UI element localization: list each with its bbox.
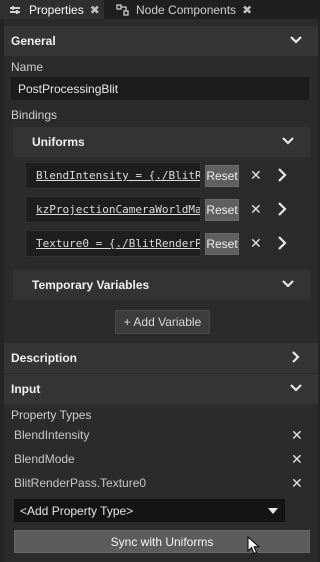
chevron-down-icon[interactable]	[288, 380, 304, 396]
tab-bar: Properties ✖ Node Components ✖	[0, 0, 320, 19]
property-type-item: BlitRenderPass.Texture0	[14, 476, 147, 490]
property-types-label: Property Types	[11, 408, 92, 422]
section-title: General	[11, 34, 56, 48]
chevron-down-icon[interactable]	[280, 276, 296, 292]
reset-button[interactable]: Reset	[205, 233, 239, 255]
close-icon[interactable]: ✖	[242, 3, 252, 17]
property-type-item: BlendMode	[14, 452, 75, 466]
remove-icon[interactable]: ✕	[291, 451, 303, 468]
uniform-binding-row[interactable]: kzProjectionCameraWorldMatrix	[25, 196, 201, 223]
add-variable-button[interactable]: + Add Variable	[115, 310, 210, 334]
uniforms-header[interactable]: Uniforms	[13, 127, 310, 157]
node-components-icon	[116, 3, 130, 16]
dropdown-value: <Add Property Type>	[20, 504, 134, 518]
remove-icon[interactable]: ✕	[291, 475, 303, 492]
name-label: Name	[11, 60, 44, 74]
tab-properties[interactable]: Properties ✖	[0, 0, 104, 19]
section-description-header[interactable]: Description	[4, 343, 318, 373]
name-field[interactable]: PostProcessingBlit	[11, 77, 309, 100]
chevron-right-icon[interactable]	[276, 202, 288, 216]
section-general-header[interactable]: General	[4, 26, 318, 56]
chevron-right-icon[interactable]	[288, 349, 304, 365]
properties-icon	[10, 5, 20, 15]
tab-node-components[interactable]: Node Components ✖	[110, 0, 260, 19]
tab-properties-label: Properties	[29, 2, 84, 17]
uniform-binding-text: kzProjectionCameraWorldMatrix	[36, 203, 201, 216]
uniform-binding-text: Texture0 = {./BlitRenderPass.Texture0}	[36, 237, 201, 250]
reset-button[interactable]: Reset	[205, 165, 239, 187]
property-type-item: BlendIntensity	[14, 428, 90, 442]
tab-node-components-label: Node Components	[136, 2, 237, 17]
temporary-variables-header[interactable]: Temporary Variables	[13, 270, 310, 300]
remove-icon[interactable]: ✕	[250, 235, 262, 252]
chevron-right-icon[interactable]	[276, 236, 288, 250]
uniforms-title: Uniforms	[32, 135, 85, 149]
caret-down-icon	[268, 508, 278, 514]
reset-button[interactable]: Reset	[205, 199, 239, 221]
uniform-binding-row[interactable]: Texture0 = {./BlitRenderPass.Texture0}	[25, 230, 201, 257]
chevron-right-icon[interactable]	[276, 168, 288, 182]
chevron-down-icon[interactable]	[288, 32, 304, 48]
section-input-header[interactable]: Input	[4, 374, 318, 404]
add-property-type-dropdown[interactable]: <Add Property Type>	[14, 499, 285, 522]
sync-with-uniforms-button[interactable]: Sync with Uniforms	[14, 530, 310, 553]
uniform-binding-row[interactable]: BlendIntensity = {./BlitRenderPass/Blend…	[25, 162, 201, 189]
bindings-label: Bindings	[11, 108, 58, 122]
remove-icon[interactable]: ✕	[250, 167, 262, 184]
mouse-pointer-icon	[247, 536, 261, 555]
uniform-binding-text: BlendIntensity = {./BlitRenderPass/Blend…	[36, 169, 201, 182]
remove-icon[interactable]: ✕	[291, 427, 303, 444]
chevron-down-icon[interactable]	[280, 133, 296, 149]
temporary-variables-title: Temporary Variables	[32, 278, 150, 292]
name-field-value: PostProcessingBlit	[18, 82, 119, 96]
close-icon[interactable]: ✖	[90, 3, 100, 17]
section-title: Description	[11, 351, 78, 365]
remove-icon[interactable]: ✕	[250, 201, 262, 218]
section-title: Input	[11, 382, 41, 396]
